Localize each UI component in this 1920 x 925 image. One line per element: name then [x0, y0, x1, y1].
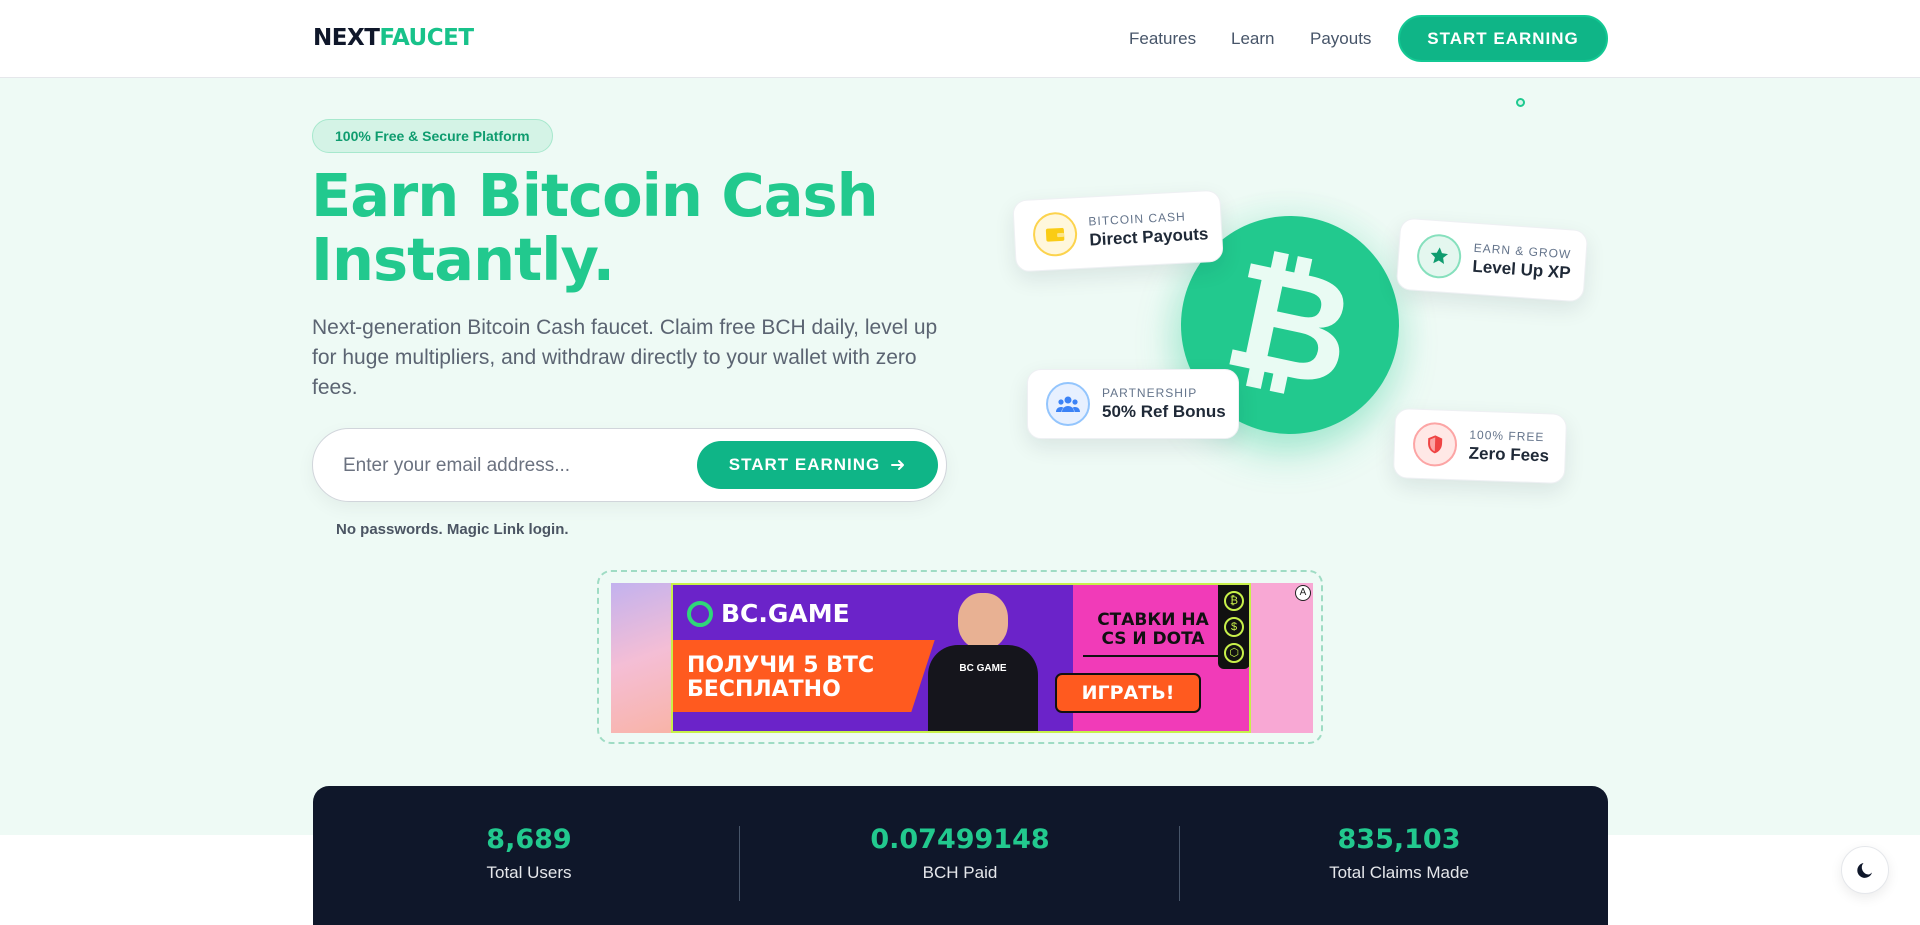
logo-part-next: NEXT: [313, 25, 380, 51]
ad-brand-logo: BC.GAME: [687, 599, 850, 628]
ad-play-button[interactable]: ИГРАТЬ!: [1055, 673, 1201, 713]
feature-card-level-up: EARN & GROW Level Up XP: [1395, 217, 1589, 303]
stat-value: 0.07499148: [870, 824, 1050, 855]
ad-right-ghost: [1251, 583, 1313, 733]
feature-kicker: PARTNERSHIP: [1102, 386, 1198, 400]
platform-badge: 100% Free & Secure Platform: [312, 119, 553, 153]
star-icon: [1415, 232, 1463, 280]
logo-part-faucet: FAUCET: [379, 25, 474, 51]
ad-headline-line1: СТАВКИ НА: [1097, 610, 1209, 630]
stat-value: 835,103: [1337, 824, 1461, 855]
shield-icon: [1412, 421, 1458, 468]
ad-person-head: [958, 593, 1008, 649]
hexagon-coin-icon: ⬡: [1224, 643, 1244, 663]
feature-card-zero-fees: 100% FREE Zero Fees: [1392, 408, 1568, 484]
email-input[interactable]: [343, 451, 673, 481]
stat-divider: [1179, 826, 1180, 901]
ad-creative[interactable]: BC.GAME ПОЛУЧИ 5 BTC БЕСПЛАТНО BC GAME С…: [671, 583, 1251, 733]
moon-icon: [1857, 863, 1872, 878]
nav-features[interactable]: Features: [1129, 29, 1196, 49]
ad-frame: BC.GAME ПОЛУЧИ 5 BTC БЕСПЛАТНО BC GAME С…: [597, 570, 1323, 744]
stats-panel: 8,689 Total Users 0.07499148 BCH Paid 83…: [313, 786, 1608, 925]
nav-payouts[interactable]: Payouts: [1310, 29, 1371, 49]
site-header: NEXTFAUCET Features Learn Payouts START …: [0, 0, 1920, 78]
dark-mode-toggle[interactable]: [1841, 846, 1889, 894]
ad-promo-text: ПОЛУЧИ 5 BTC БЕСПЛАТНО: [687, 654, 874, 702]
ad-left-ghost: [611, 583, 673, 733]
feature-title: Direct Payouts: [1088, 224, 1209, 250]
decorative-dot: [1516, 98, 1525, 107]
stat-total-claims: 835,103 Total Claims Made: [1185, 824, 1613, 883]
ad-brand-name: BC.GAME: [721, 599, 850, 628]
feature-card-ref-bonus: PARTNERSHIP 50% Ref Bonus: [1027, 369, 1239, 439]
arrow-right-icon: [891, 460, 905, 470]
ad-person-image: BC GAME: [928, 593, 1038, 731]
stat-bch-paid: 0.07499148 BCH Paid: [746, 824, 1174, 883]
login-note: No passwords. Magic Link login.: [336, 521, 569, 538]
wallet-icon: [1031, 211, 1079, 258]
email-signup-form: START EARNING: [312, 428, 947, 502]
hero-cta-label: START EARNING: [728, 455, 881, 474]
ad-shirt-label: BC GAME: [959, 663, 1007, 674]
feature-title: Level Up XP: [1471, 256, 1572, 283]
stat-total-users: 8,689 Total Users: [315, 824, 743, 883]
feature-title: Zero Fees: [1468, 443, 1550, 466]
nav-learn[interactable]: Learn: [1231, 29, 1274, 49]
logo[interactable]: NEXTFAUCET: [313, 25, 474, 51]
ad-headline-line2: CS И DOTA: [1101, 629, 1205, 649]
feature-title: 50% Ref Bonus: [1102, 402, 1226, 421]
ad-brand-icon: [687, 600, 713, 627]
ad-crypto-strip: ₿ $ ⬡: [1218, 585, 1249, 669]
stat-value: 8,689: [486, 824, 572, 855]
hero-title-line2: Instantly.: [311, 225, 615, 294]
ad-choices-icon[interactable]: A: [1295, 585, 1311, 601]
hero-title: Earn Bitcoin Cash Instantly.: [311, 164, 931, 292]
ad-promo-line2: БЕСПЛАТНО: [687, 677, 841, 702]
stat-divider: [739, 826, 740, 901]
users-icon: [1046, 382, 1090, 426]
stat-label: Total Claims Made: [1329, 863, 1469, 882]
hero-title-line1: Earn Bitcoin Cash: [311, 161, 879, 230]
header-start-earning-button[interactable]: START EARNING: [1398, 15, 1608, 62]
bitcoin-coin-icon: ₿: [1224, 591, 1244, 611]
feature-card-direct-payouts: BITCOIN CASH Direct Payouts: [1012, 189, 1224, 273]
ad-banner[interactable]: BC.GAME ПОЛУЧИ 5 BTC БЕСПЛАТНО BC GAME С…: [611, 583, 1313, 733]
ad-headline: СТАВКИ НА CS И DOTA: [1083, 611, 1223, 657]
ad-person-body: [928, 645, 1038, 731]
stat-label: Total Users: [486, 863, 572, 882]
coin-icon: $: [1224, 617, 1244, 637]
stat-label: BCH Paid: [922, 863, 998, 882]
feature-kicker: 100% FREE: [1469, 427, 1545, 445]
ad-promo-line1: ПОЛУЧИ 5 BTC: [687, 653, 875, 678]
hero-subtitle: Next-generation Bitcoin Cash faucet. Cla…: [312, 316, 938, 399]
hero-start-earning-button[interactable]: START EARNING: [697, 441, 938, 489]
